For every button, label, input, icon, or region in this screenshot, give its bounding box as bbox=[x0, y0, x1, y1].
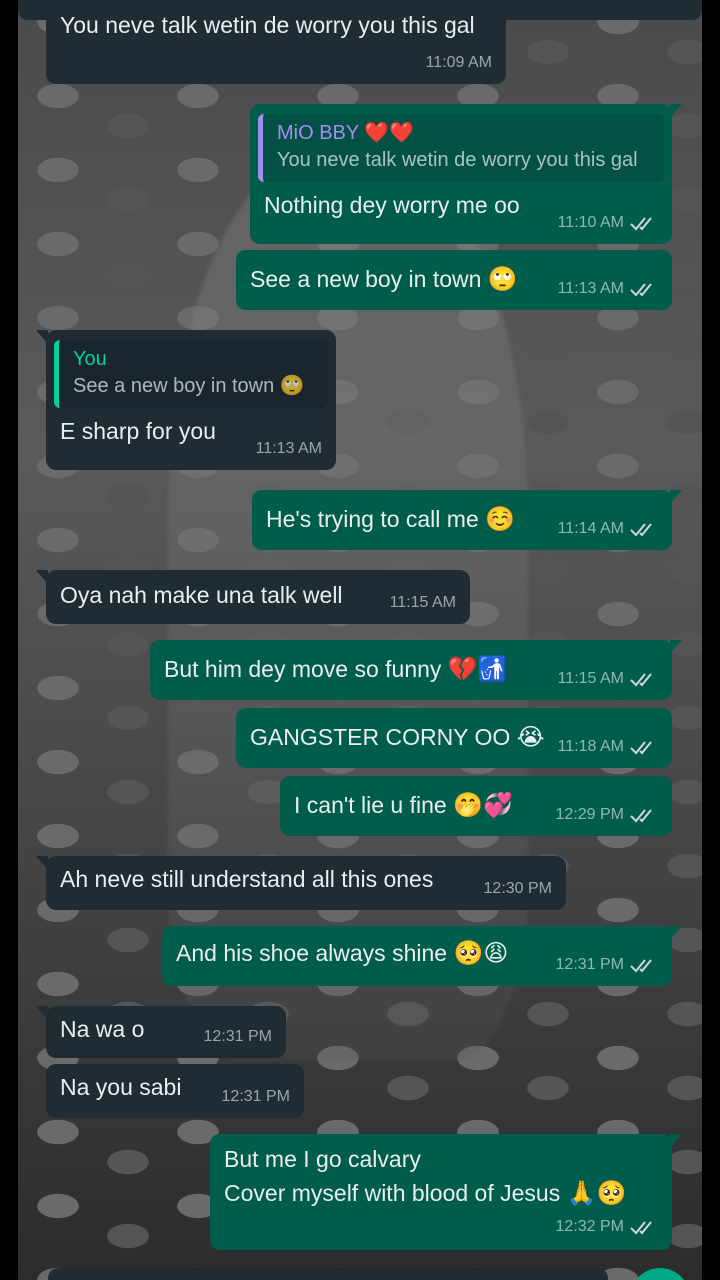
message-text: You neve talk wetin de worry you this ga… bbox=[60, 12, 475, 38]
message-bubble-incoming[interactable]: Oya nah make una talk well 11:15 AM bbox=[36, 570, 470, 624]
message-text: GANGSTER CORNY OO bbox=[250, 724, 511, 750]
message-time: 11:15 AM bbox=[557, 670, 624, 687]
message-emoji: ☺️ bbox=[485, 505, 516, 533]
message-emoji: 🤭💞 bbox=[453, 791, 513, 819]
message-emoji: 💔🚮 bbox=[447, 655, 508, 683]
message-emoji: 😭 bbox=[516, 723, 545, 751]
double-check-icon bbox=[630, 959, 652, 973]
quote-text: See a new boy in town 🙄 bbox=[73, 375, 305, 397]
message-bubble-incoming[interactable]: You neve talk wetin de worry you this ga… bbox=[46, 4, 506, 84]
message-bubble-outgoing[interactable]: But him dey move so funny 💔🚮 11:15 AM bbox=[150, 640, 682, 700]
message-time: 11:13 AM bbox=[557, 280, 624, 297]
send-button[interactable] bbox=[630, 1268, 690, 1280]
message-text: Oya nah make una talk well bbox=[60, 582, 343, 608]
message-text: Na you sabi bbox=[60, 1074, 182, 1100]
double-check-icon bbox=[630, 217, 652, 231]
message-input-bar[interactable] bbox=[48, 1268, 608, 1280]
message-bubble-incoming[interactable]: Na wa o 12:31 PM bbox=[36, 1006, 286, 1058]
double-check-icon bbox=[630, 741, 652, 755]
message-text: But me I go calvary Cover myself with bl… bbox=[224, 1146, 561, 1206]
message-time: 11:10 AM bbox=[557, 214, 624, 231]
message-bubble-outgoing[interactable]: He's trying to call me ☺️ 11:14 AM bbox=[252, 490, 682, 550]
message-bubble-incoming[interactable]: Ah neve still understand all this ones 1… bbox=[36, 856, 566, 910]
double-check-icon bbox=[630, 283, 652, 297]
message-text: Ah neve still understand all this ones bbox=[60, 866, 434, 892]
message-time: 11:09 AM bbox=[425, 54, 492, 71]
message-time: 11:15 AM bbox=[389, 594, 456, 611]
double-check-icon bbox=[630, 809, 652, 823]
quote-author: You bbox=[73, 348, 107, 370]
message-bubble-incoming[interactable]: Na you sabi 12:31 PM bbox=[46, 1064, 304, 1118]
message-time: 11:18 AM bbox=[557, 738, 624, 755]
double-check-icon bbox=[630, 673, 652, 687]
message-time: 12:31 PM bbox=[203, 1028, 272, 1045]
message-text: Na wa o bbox=[60, 1016, 145, 1042]
message-text: Nothing dey worry me oo bbox=[264, 192, 520, 218]
message-time: 11:14 AM bbox=[557, 520, 624, 537]
message-text: E sharp for you bbox=[60, 418, 216, 444]
chat-screen: You neve talk wetin de worry you this ga… bbox=[18, 0, 702, 1280]
message-bubble-outgoing[interactable]: I can't lie u fine 🤭💞 12:29 PM bbox=[280, 776, 672, 836]
message-time: 12:29 PM bbox=[555, 806, 624, 823]
message-time: 11:13 AM bbox=[255, 440, 322, 457]
quoted-message[interactable]: MiO BBY ❤️❤️ You neve talk wetin de worr… bbox=[258, 114, 664, 182]
quote-author: MiO BBY ❤️❤️ bbox=[277, 122, 415, 144]
message-text: But him dey move so funny bbox=[164, 656, 442, 682]
message-bubble-outgoing[interactable]: But me I go calvary Cover myself with bl… bbox=[210, 1134, 682, 1250]
message-emoji: 🙄 bbox=[487, 265, 518, 293]
double-check-icon bbox=[630, 1221, 652, 1235]
message-time: 12:30 PM bbox=[483, 880, 552, 897]
message-text: See a new boy in town bbox=[250, 266, 482, 292]
message-bubble-outgoing[interactable]: MiO BBY ❤️❤️ You neve talk wetin de worr… bbox=[250, 104, 682, 244]
double-check-icon bbox=[630, 523, 652, 537]
message-time: 12:31 PM bbox=[555, 956, 624, 973]
message-time: 12:32 PM bbox=[555, 1218, 624, 1235]
message-bubble-outgoing[interactable]: And his shoe always shine 🥺😩 12:31 PM bbox=[162, 926, 682, 986]
message-text: I can't lie u fine bbox=[294, 792, 447, 818]
message-text: He's trying to call me bbox=[266, 506, 479, 532]
message-bubble-incoming[interactable]: You See a new boy in town 🙄 E sharp for … bbox=[36, 330, 336, 470]
message-bubble-outgoing[interactable]: See a new boy in town 🙄 11:13 AM bbox=[236, 250, 672, 310]
quote-text: You neve talk wetin de worry you this ga… bbox=[277, 149, 638, 171]
message-text: And his shoe always shine bbox=[176, 940, 448, 966]
message-emoji: 🥺😩 bbox=[453, 939, 509, 967]
quoted-message[interactable]: You See a new boy in town 🙄 bbox=[54, 340, 328, 408]
message-emoji: 🙏🥺 bbox=[566, 1179, 627, 1207]
message-bubble-outgoing[interactable]: GANGSTER CORNY OO 😭 11:18 AM bbox=[236, 708, 672, 768]
message-time: 12:31 PM bbox=[221, 1088, 290, 1105]
